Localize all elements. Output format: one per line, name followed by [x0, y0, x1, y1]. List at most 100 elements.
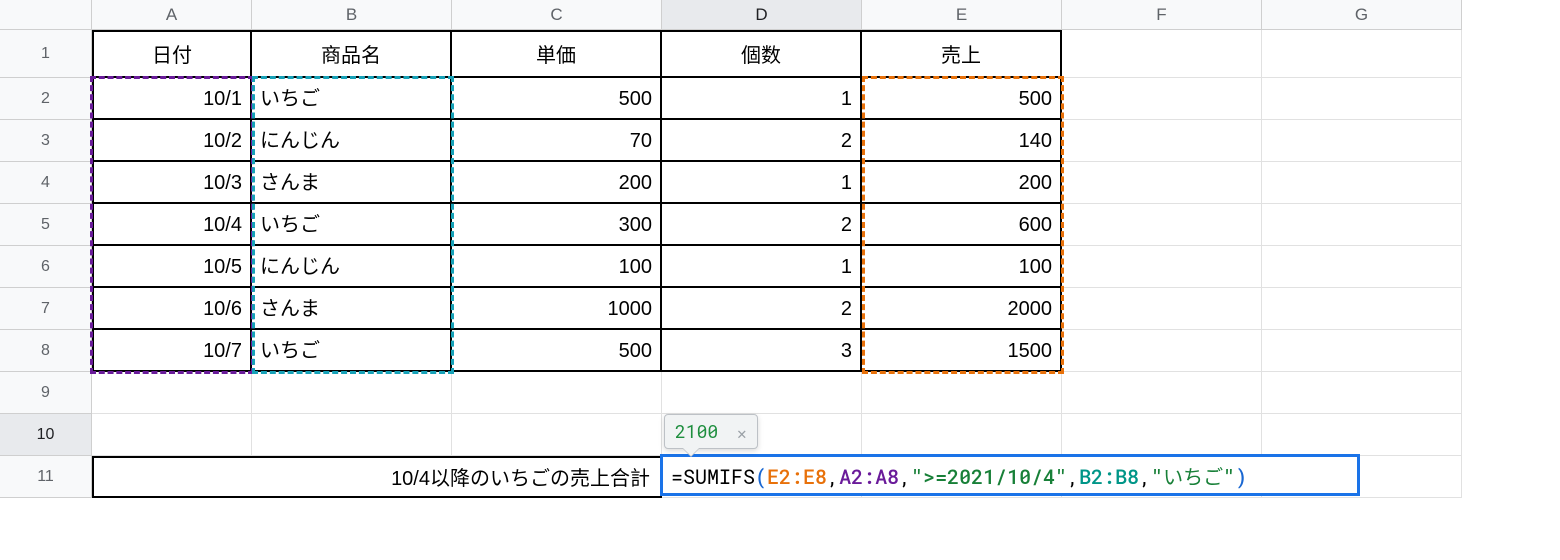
col-header-D[interactable]: D: [662, 0, 862, 30]
cell-C4[interactable]: 200: [452, 162, 662, 204]
col-header-B[interactable]: B: [252, 0, 452, 30]
row-header-2[interactable]: 2: [0, 78, 92, 120]
formula-token-open-paren: (: [755, 464, 767, 490]
cell-F2[interactable]: [1062, 78, 1262, 120]
cell-B6[interactable]: にんじん: [252, 246, 452, 288]
cell-G7[interactable]: [1262, 288, 1462, 330]
cell-D4[interactable]: 1: [662, 162, 862, 204]
cell-B7[interactable]: さんま: [252, 288, 452, 330]
col-header-E[interactable]: E: [862, 0, 1062, 30]
cell-B8[interactable]: いちご: [252, 330, 452, 372]
cell-G9[interactable]: [1262, 372, 1462, 414]
cell-D1[interactable]: 個数: [662, 30, 862, 78]
select-all-corner[interactable]: [0, 0, 92, 30]
row-header-5[interactable]: 5: [0, 204, 92, 246]
cell-G2[interactable]: [1262, 78, 1462, 120]
cell-E2[interactable]: 500: [862, 78, 1062, 120]
cell-E1[interactable]: 売上: [862, 30, 1062, 78]
cell-A4[interactable]: 10/3: [92, 162, 252, 204]
cell-D8[interactable]: 3: [662, 330, 862, 372]
cell-C7[interactable]: 1000: [452, 288, 662, 330]
cell-F3[interactable]: [1062, 120, 1262, 162]
cell-A9[interactable]: [92, 372, 252, 414]
row-header-6[interactable]: 6: [0, 246, 92, 288]
cell-D2[interactable]: 1: [662, 78, 862, 120]
cell-D7[interactable]: 2: [662, 288, 862, 330]
cell-E10[interactable]: [862, 414, 1062, 456]
cell-B1[interactable]: 商品名: [252, 30, 452, 78]
cell-D6[interactable]: 1: [662, 246, 862, 288]
cell-A1[interactable]: 日付: [92, 30, 252, 78]
cell-G8[interactable]: [1262, 330, 1462, 372]
cell-G1[interactable]: [1262, 30, 1462, 78]
cell-E3[interactable]: 140: [862, 120, 1062, 162]
cell-B10[interactable]: [252, 414, 452, 456]
cell-G4[interactable]: [1262, 162, 1462, 204]
cell-A6[interactable]: 10/5: [92, 246, 252, 288]
cell-A10[interactable]: [92, 414, 252, 456]
cell-C8[interactable]: 500: [452, 330, 662, 372]
col-header-A[interactable]: A: [92, 0, 252, 30]
cell-E8[interactable]: 1500: [862, 330, 1062, 372]
cell-A5[interactable]: 10/4: [92, 204, 252, 246]
row-header-3[interactable]: 3: [0, 120, 92, 162]
cell-F8[interactable]: [1062, 330, 1262, 372]
cell-C3[interactable]: 70: [452, 120, 662, 162]
cell-D3[interactable]: 2: [662, 120, 862, 162]
cell-E5[interactable]: 600: [862, 204, 1062, 246]
spreadsheet-viewport: A B C D E F G 1 2 3 4 5 6 7 8 9 10 11 日付…: [0, 0, 1560, 560]
cell-B9[interactable]: [252, 372, 452, 414]
row-headers: 1 2 3 4 5 6 7 8 9 10 11: [0, 30, 92, 498]
row-header-10[interactable]: 10: [0, 414, 92, 456]
cell-F10[interactable]: [1062, 414, 1262, 456]
cell-F9[interactable]: [1062, 372, 1262, 414]
summary-label-cell[interactable]: 10/4以降のいちごの売上合計: [92, 456, 662, 498]
cell-C10[interactable]: [452, 414, 662, 456]
cell-A7[interactable]: 10/6: [92, 288, 252, 330]
cell-G3[interactable]: [1262, 120, 1462, 162]
cell-D5[interactable]: 2: [662, 204, 862, 246]
row-header-8[interactable]: 8: [0, 330, 92, 372]
grid: 日付 商品名 単価 個数 売上 10/1 いちご 500 1 500 10/2 …: [92, 30, 1462, 498]
col-header-F[interactable]: F: [1062, 0, 1262, 30]
cell-G10[interactable]: [1262, 414, 1462, 456]
cell-F1[interactable]: [1062, 30, 1262, 78]
cell-F4[interactable]: [1062, 162, 1262, 204]
cell-A8[interactable]: 10/7: [92, 330, 252, 372]
cell-F6[interactable]: [1062, 246, 1262, 288]
cell-B2[interactable]: いちご: [252, 78, 452, 120]
cell-G5[interactable]: [1262, 204, 1462, 246]
cell-C2[interactable]: 500: [452, 78, 662, 120]
cell-F7[interactable]: [1062, 288, 1262, 330]
cell-C1[interactable]: 単価: [452, 30, 662, 78]
cell-E4[interactable]: 200: [862, 162, 1062, 204]
formula-token-comma3: ,: [1067, 464, 1079, 490]
cell-B3[interactable]: にんじん: [252, 120, 452, 162]
formula-editor[interactable]: =SUMIFS(E2:E8,A2:A8,">=2021/10/4",B2:B8,…: [660, 454, 1360, 496]
col-header-G[interactable]: G: [1262, 0, 1462, 30]
cell-B5[interactable]: いちご: [252, 204, 452, 246]
cell-G6[interactable]: [1262, 246, 1462, 288]
row-header-1[interactable]: 1: [0, 30, 92, 78]
cell-A2[interactable]: 10/1: [92, 78, 252, 120]
close-icon[interactable]: ✕: [737, 423, 747, 444]
row-header-7[interactable]: 7: [0, 288, 92, 330]
formula-token-range2: A2:A8: [839, 464, 899, 490]
formula-token-comma1: ,: [827, 464, 839, 490]
cell-E6[interactable]: 100: [862, 246, 1062, 288]
cell-E7[interactable]: 2000: [862, 288, 1062, 330]
cell-E9[interactable]: [862, 372, 1062, 414]
cell-D9[interactable]: [662, 372, 862, 414]
cell-B4[interactable]: さんま: [252, 162, 452, 204]
row-header-11[interactable]: 11: [0, 456, 92, 498]
row-header-9[interactable]: 9: [0, 372, 92, 414]
cell-C5[interactable]: 300: [452, 204, 662, 246]
cell-F5[interactable]: [1062, 204, 1262, 246]
column-headers: A B C D E F G: [0, 0, 1560, 30]
col-header-C[interactable]: C: [452, 0, 662, 30]
formula-token-fn: =SUMIFS: [671, 464, 755, 490]
cell-A3[interactable]: 10/2: [92, 120, 252, 162]
cell-C9[interactable]: [452, 372, 662, 414]
cell-C6[interactable]: 100: [452, 246, 662, 288]
row-header-4[interactable]: 4: [0, 162, 92, 204]
